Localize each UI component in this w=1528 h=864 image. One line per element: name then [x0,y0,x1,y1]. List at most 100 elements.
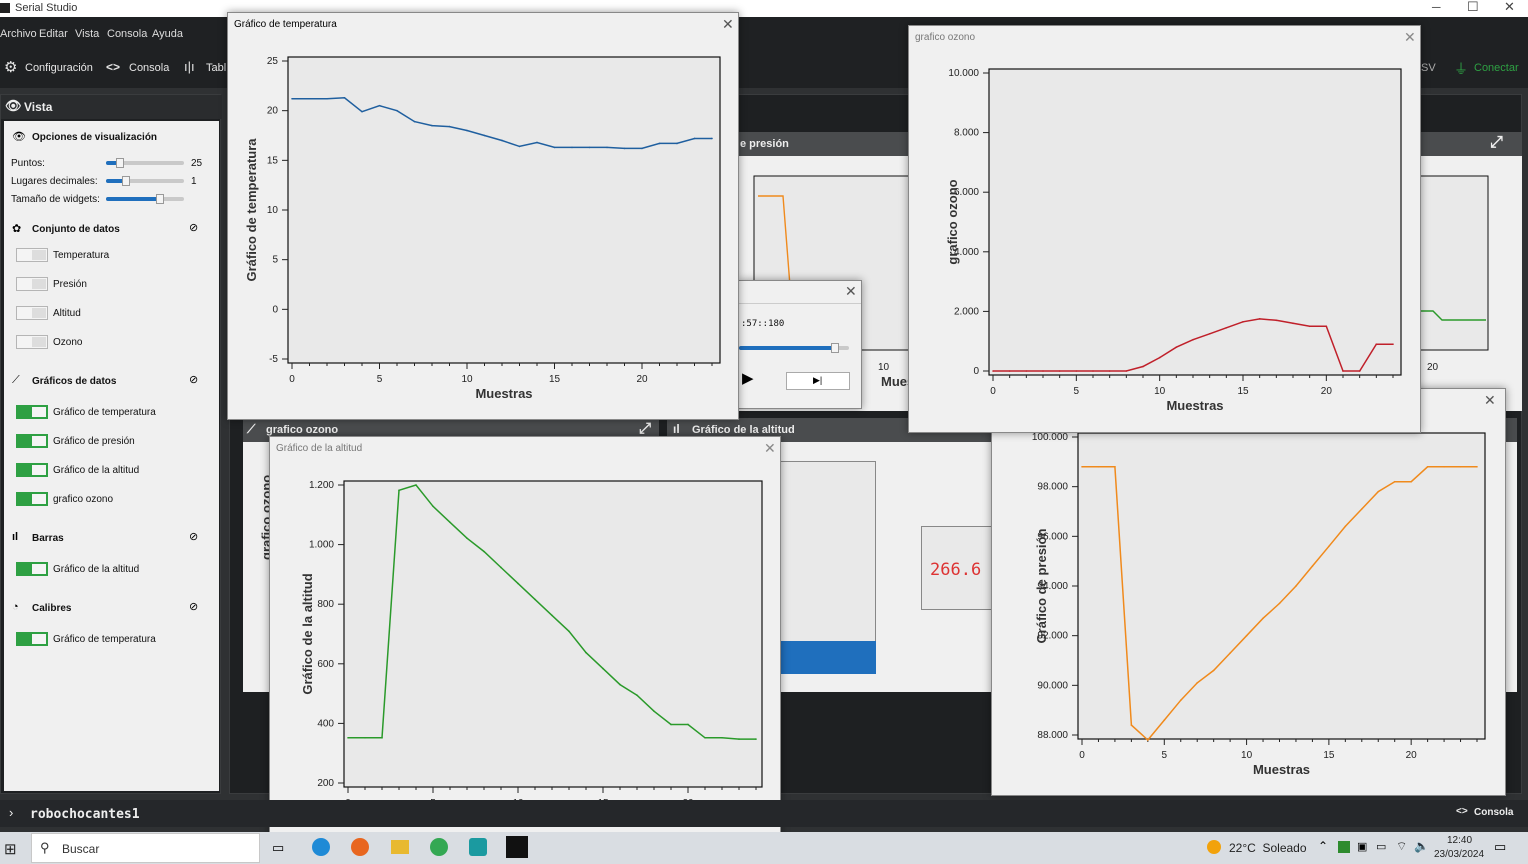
weather-text[interactable]: 22°C Soleado [1229,841,1307,855]
gauge-icon: ◔ [12,601,19,613]
pressure-data-point [1262,617,1264,620]
expand-ozone-icon[interactable]: ⤢ [639,420,651,437]
menu-archivo[interactable]: Archivo [0,28,37,40]
taskbar: ⊞ ⚲ Buscar ▭ 22°C Soleado ⌃ ▣ ▭ ⌔ 🔈 12:4… [0,832,1528,864]
dataset-switch-temperatura[interactable] [16,248,48,262]
dataset-switch-ozono[interactable] [16,335,48,349]
wifi-icon: ⌔ [1396,839,1408,853]
altitude-data-point [653,710,655,712]
edge-icon[interactable] [312,838,330,856]
speaker-icon: 🔈 [1414,839,1429,853]
minimize-icon[interactable]: ─ [1432,0,1441,14]
console-button[interactable]: <> Consola [106,60,170,78]
decimals-slider[interactable] [106,176,184,186]
ozone-data-point [1392,343,1394,345]
chart-altitude: 1.2001.00080060040020005101520MuestrasGr… [300,480,763,825]
ozone-ytick-label: 10.000 [948,68,979,79]
app-title: Serial Studio [15,2,78,14]
pressure-data-point [1476,466,1478,468]
chrome-icon[interactable] [430,838,448,856]
player-slider-fill [739,346,834,350]
chart-ozone: 10.0008.0006.0004.0002.00000 5 10 15 20Muest… [945,68,1402,413]
notifications-icon[interactable]: ▭ [1494,839,1506,855]
player-header-divider [739,303,861,304]
player-slider-handle[interactable] [831,343,839,353]
windows-start-icon[interactable]: ⊞ [4,840,17,858]
maximize-icon[interactable]: ☐ [1467,0,1479,15]
tray-chevron-icon[interactable]: ⌃ [1318,839,1328,853]
csv-button[interactable]: SV [1421,62,1436,74]
dashboard-label: Tabl [206,62,227,74]
hide-plots-icon[interactable]: ⊘ [189,373,198,386]
points-slider-handle[interactable] [116,158,124,168]
dataset-switch-presion[interactable] [16,277,48,291]
pressure-data-point [1360,508,1363,510]
dashboard-button[interactable]: ı|ı Tabl [184,59,228,78]
ozone-data-point [1175,346,1178,348]
altitude-data-point [670,723,672,726]
pressure-data-point [1426,466,1429,468]
widget-size-slider-handle[interactable] [156,194,164,204]
temperature-data-point [536,141,538,144]
menu-consola[interactable]: Consola [107,28,147,40]
serial-studio-task-icon[interactable] [506,836,528,858]
search-icon: ⚲ [40,840,50,855]
search-box[interactable]: ⚲ Buscar [31,833,260,863]
plot-switch-ozono[interactable] [16,492,48,506]
hide-datasets-icon[interactable]: ⊘ [189,221,198,234]
dataset-label-temperatura: Temperatura [53,250,110,261]
folder-icon[interactable] [391,840,409,854]
firefox-icon[interactable] [351,838,369,856]
bar-switch-altitud[interactable] [16,562,48,576]
dataset-switch-altitud[interactable] [16,306,48,320]
altitude-data-point [738,738,740,740]
menu-ayuda[interactable]: Ayuda [152,28,183,40]
temperature-data-point [658,142,661,145]
altitude-data-point [364,736,366,739]
expand-icon[interactable]: ⤢ [1490,134,1503,152]
gear-icon: ⚙ [4,59,18,76]
bars-title: Barras [32,533,64,544]
connect-button[interactable]: ⏚ Conectar [1452,60,1522,78]
ozone-ytick-label: 0 [973,366,979,377]
ozone-data-point [1042,370,1044,372]
step-forward-button[interactable]: ▶| [786,372,850,390]
config-button[interactable]: ⚙ Configuración [4,59,94,78]
ozone-data-point [1258,318,1261,320]
temperature-plot-area [287,56,721,364]
decimals-slider-handle[interactable] [122,176,130,186]
close-app-icon[interactable]: ✕ [1504,0,1515,15]
plots-title: Gráficos de datos [32,376,117,387]
widget-size-slider-fill [106,197,160,201]
menu-editar[interactable]: Editar [39,28,68,40]
gauge-switch-temperatura[interactable] [16,632,48,646]
waveform-icon: ı|ı [184,59,195,74]
vista-header: 👁 Vista [1,95,222,119]
temperature-data-point [676,142,678,145]
menu-vista[interactable]: Vista [75,28,99,40]
plot-switch-presion[interactable] [16,434,48,448]
console-toggle-button[interactable]: <> Consola [1456,806,1516,822]
pressure-widget-title: e presión [740,138,789,150]
pressure-data-point [1212,669,1215,672]
task-view-icon[interactable]: ▭ [272,840,284,856]
temperature-ytick-label: 0 [272,304,278,315]
widget-size-slider[interactable] [106,194,184,204]
arduino-icon[interactable] [469,838,487,856]
ozone-data-point [1292,322,1294,325]
altitude-data-point [619,683,621,686]
altitude-data-point [585,651,587,654]
hide-gauges-icon[interactable]: ⊘ [189,600,198,613]
play-icon[interactable]: ▶ [742,369,754,387]
ozone-data-point [1325,325,1328,328]
pressure-data-point [1196,682,1199,684]
player-close-icon[interactable]: ✕ [845,283,857,300]
points-slider[interactable] [106,158,184,168]
temperature-xtick-label: 20 [636,374,648,385]
hide-bars-icon[interactable]: ⊘ [189,530,198,543]
pressure-data-point [1114,466,1116,468]
pressure-data-point [1081,466,1083,468]
plot-switch-altitud[interactable] [16,463,48,477]
temperature-data-point [413,120,416,123]
plot-switch-temperatura[interactable] [16,405,48,419]
